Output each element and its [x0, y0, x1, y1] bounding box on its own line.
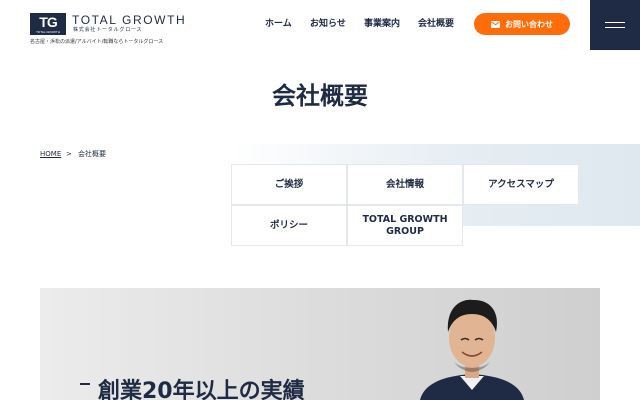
logo-mark[interactable]: TG TOTAL GROWTH [30, 13, 66, 35]
logo-mark-text: TG [39, 14, 57, 30]
logo-name[interactable]: TOTAL GROWTH [72, 13, 186, 27]
tab-policy[interactable]: ポリシー [231, 205, 347, 246]
breadcrumb-separator: > [66, 150, 72, 158]
contact-label: お問い合わせ [505, 19, 553, 29]
tab-group[interactable]: TOTAL GROWTH GROUP [347, 205, 463, 246]
tab-access-map[interactable]: アクセスマップ [463, 164, 579, 205]
logo-mark-subtext: TOTAL GROWTH [36, 30, 60, 34]
mail-icon [491, 20, 500, 28]
nav-business[interactable]: 事業案内 [364, 18, 400, 30]
nav-company[interactable]: 会社概要 [418, 18, 454, 30]
nav-home[interactable]: ホーム [265, 18, 292, 30]
hamburger-icon [605, 22, 625, 23]
hero-heading: 創業20年以上の実績 [98, 379, 305, 400]
nav-news[interactable]: お知らせ [310, 18, 346, 30]
tab-company-info[interactable]: 会社情報 [347, 164, 463, 205]
page-title: 会社概要 [272, 82, 368, 110]
breadcrumb-current: 会社概要 [78, 150, 106, 158]
hamburger-icon-line [605, 27, 625, 28]
tab-greeting[interactable]: ご挨拶 [231, 164, 347, 205]
breadcrumb-home[interactable]: HOME [40, 150, 61, 159]
contact-button[interactable]: お問い合わせ [474, 13, 570, 35]
menu-button[interactable] [590, 0, 640, 50]
hero-text-accent [80, 383, 90, 385]
site-tagline: 名古屋・浜松の派遣/アルバイト/転職ならトータルグロース [30, 39, 164, 45]
logo-kana: 株式会社トータルグロース [73, 27, 143, 33]
hero-portrait [420, 299, 524, 400]
